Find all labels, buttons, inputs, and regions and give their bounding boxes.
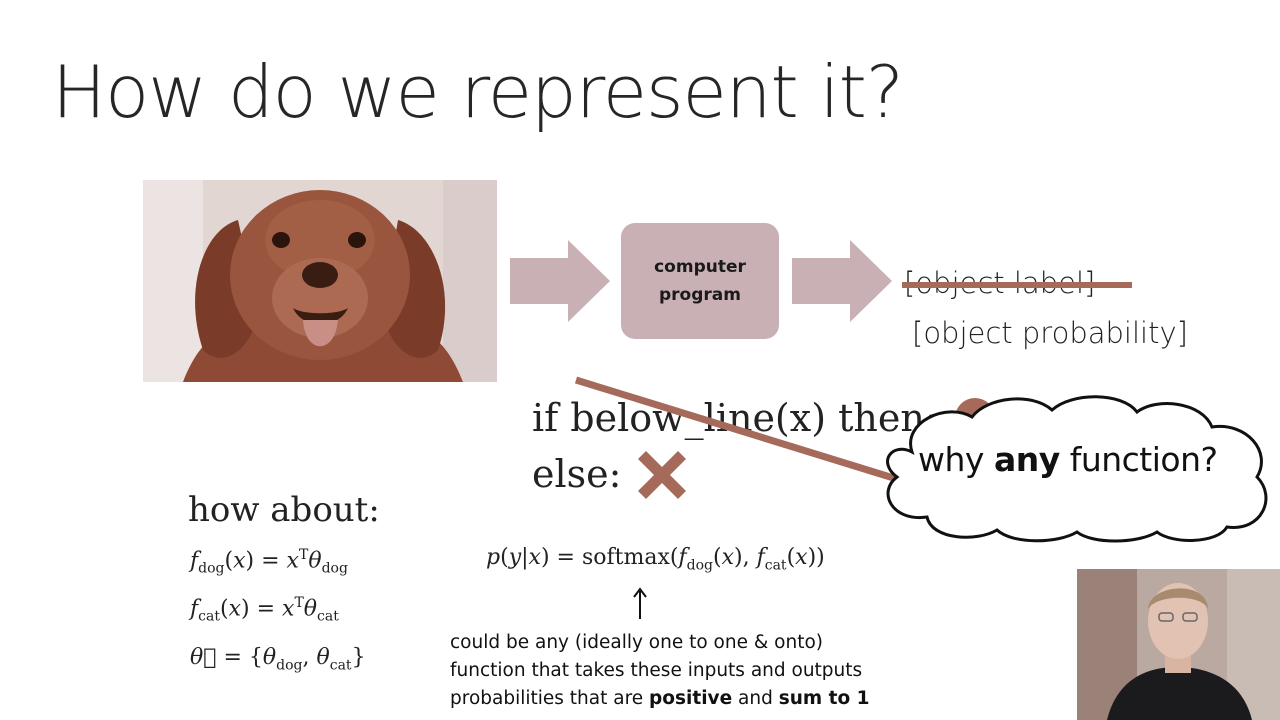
equation-f-dog: fdog(x) = xTθdog: [190, 547, 348, 577]
else-rule-text: else:: [532, 452, 622, 496]
cloud-text-prefix: why: [918, 440, 994, 479]
presenter-webcam: [1077, 569, 1280, 720]
how-about-heading: how about:: [188, 490, 380, 530]
dog-photo: [143, 180, 497, 382]
note-line-3c: and: [732, 688, 779, 709]
program-label: computer program: [640, 253, 760, 309]
note-line-3a: probabilities that are: [450, 688, 650, 709]
note-line-1: could be any (ideally one to one & onto): [450, 632, 824, 653]
x-mark-icon: [638, 451, 686, 499]
note-line-2: function that takes these inputs and out…: [450, 660, 863, 681]
slide-title: How do we represent it?: [52, 50, 904, 134]
cloud-text-emphasis: any: [993, 440, 1060, 479]
computer-program-box: computer program: [621, 223, 779, 339]
up-arrow-icon: [633, 587, 647, 619]
note-positive: positive: [649, 688, 733, 709]
right-arrow-icon: [792, 240, 892, 322]
cloud-question: why any function?: [918, 440, 1218, 479]
equation-theta: θ⃗ = {θdog, θcat}: [190, 645, 366, 674]
cloud-text-suffix: function?: [1059, 440, 1218, 479]
right-arrow-icon: [510, 240, 610, 322]
note-sum-to-1: sum to 1: [778, 688, 870, 709]
equation-softmax: p(y|x) = softmax(fdog(x), fcat(x)): [486, 545, 825, 574]
softmax-note: could be any (ideally one to one & onto)…: [450, 629, 910, 713]
program-label-line2: program: [659, 285, 741, 305]
equation-f-cat: fcat(x) = xTθcat: [190, 595, 339, 625]
object-probability-label: [object probability]: [912, 316, 1188, 350]
program-label-line1: computer: [654, 257, 746, 277]
note-line-3: probabilities that are positive and sum …: [450, 685, 910, 713]
strike-through-line: [902, 282, 1132, 288]
